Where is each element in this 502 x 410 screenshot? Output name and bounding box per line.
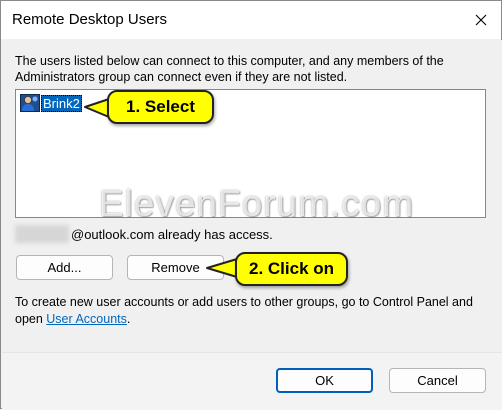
help-text: To create new user accounts or add users… [15, 294, 490, 328]
title-bar: Remote Desktop Users [1, 1, 501, 39]
user-accounts-link[interactable]: User Accounts [46, 312, 127, 326]
description-text: The users listed below can connect to th… [15, 54, 444, 84]
redacted-username [15, 225, 69, 243]
remote-desktop-users-dialog: Remote Desktop Users The users listed be… [0, 0, 502, 410]
user-item-label: Brink2 [41, 94, 82, 112]
callout-select: 1. Select [107, 90, 214, 124]
cancel-button[interactable]: Cancel [389, 368, 486, 393]
close-icon [475, 14, 487, 26]
callout-pointer-2 [206, 258, 239, 278]
list-item[interactable]: Brink2 [20, 93, 82, 113]
close-button[interactable] [469, 9, 493, 31]
user-icon [20, 94, 40, 112]
access-message: @outlook.com already has access. [15, 225, 273, 243]
dialog-title: Remote Desktop Users [12, 11, 168, 28]
ok-button[interactable]: OK [276, 368, 373, 393]
add-button[interactable]: Add... [16, 255, 113, 280]
help-text-end: . [126, 312, 131, 326]
callout-click-on: 2. Click on [235, 252, 348, 286]
access-text: @outlook.com already has access. [71, 226, 273, 242]
watermark: ElevenForum.com [99, 183, 415, 224]
